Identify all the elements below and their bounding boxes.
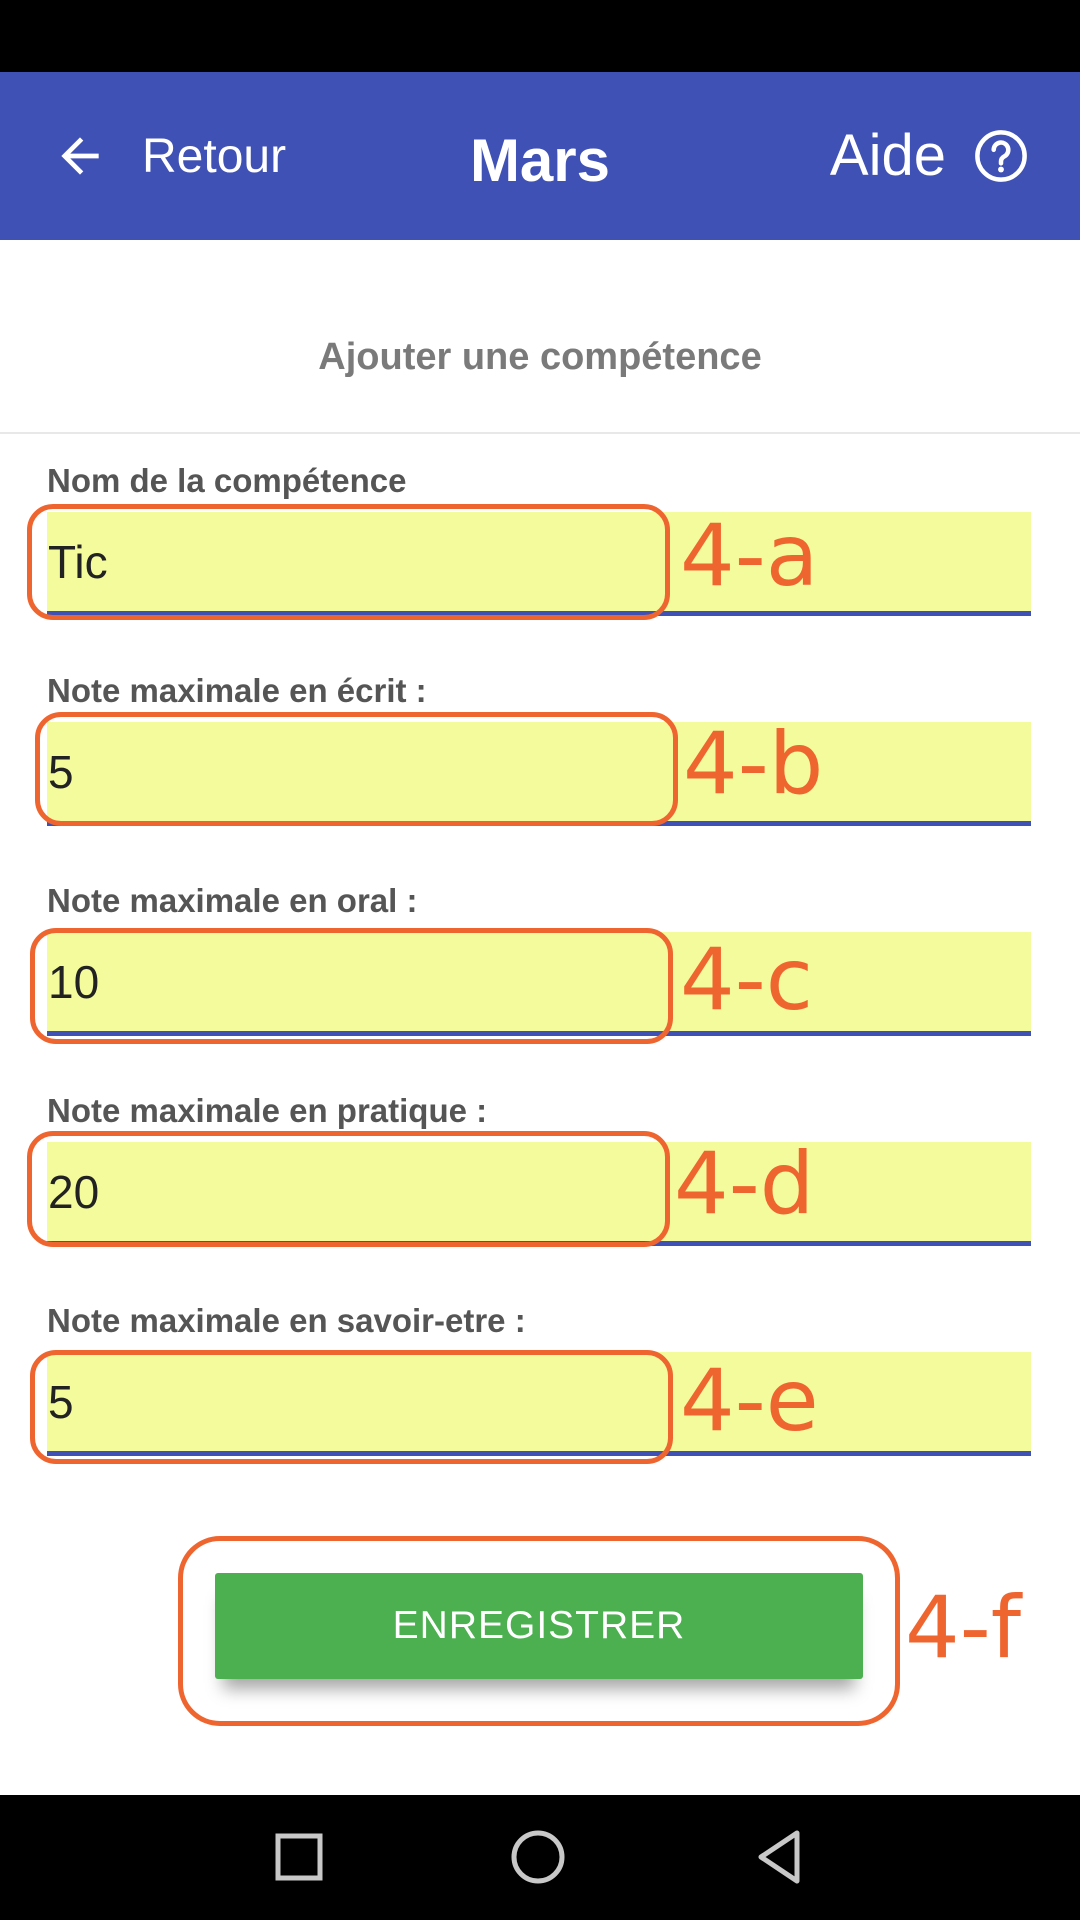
status-bar <box>0 0 1080 72</box>
field-label-soft-skills: Note maximale en savoir-etre : <box>47 1302 526 1339</box>
annotation-label-4f: 4-f <box>905 1578 1022 1678</box>
recent-apps-button[interactable] <box>267 1825 331 1889</box>
oral-max-input[interactable] <box>47 932 1031 1036</box>
form-title: Ajouter une compétence <box>318 336 762 378</box>
soft-skills-max-input[interactable] <box>47 1352 1031 1456</box>
help-label: Aide <box>829 123 946 188</box>
help-button[interactable]: Aide <box>830 122 1028 189</box>
home-button[interactable] <box>506 1825 570 1889</box>
competence-name-input[interactable] <box>47 512 1031 616</box>
field-label-oral: Note maximale en oral : <box>47 882 418 919</box>
practical-max-input[interactable] <box>47 1142 1031 1246</box>
home-icon <box>511 1830 565 1884</box>
system-nav-bar <box>0 1795 1080 1920</box>
written-max-input[interactable] <box>47 722 1031 826</box>
nav-back-button[interactable] <box>747 1825 811 1889</box>
recent-apps-icon <box>275 1833 323 1881</box>
app-bar: Retour Mars Aide <box>0 72 1080 240</box>
field-label-practical: Note maximale en pratique : <box>47 1092 488 1129</box>
back-icon <box>758 1830 800 1884</box>
field-label-name: Nom de la compétence <box>47 462 407 499</box>
field-label-written: Note maximale en écrit : <box>47 672 427 709</box>
divider <box>0 432 1080 434</box>
save-button[interactable]: ENREGISTRER <box>215 1573 863 1679</box>
help-circle-icon <box>975 129 1027 182</box>
